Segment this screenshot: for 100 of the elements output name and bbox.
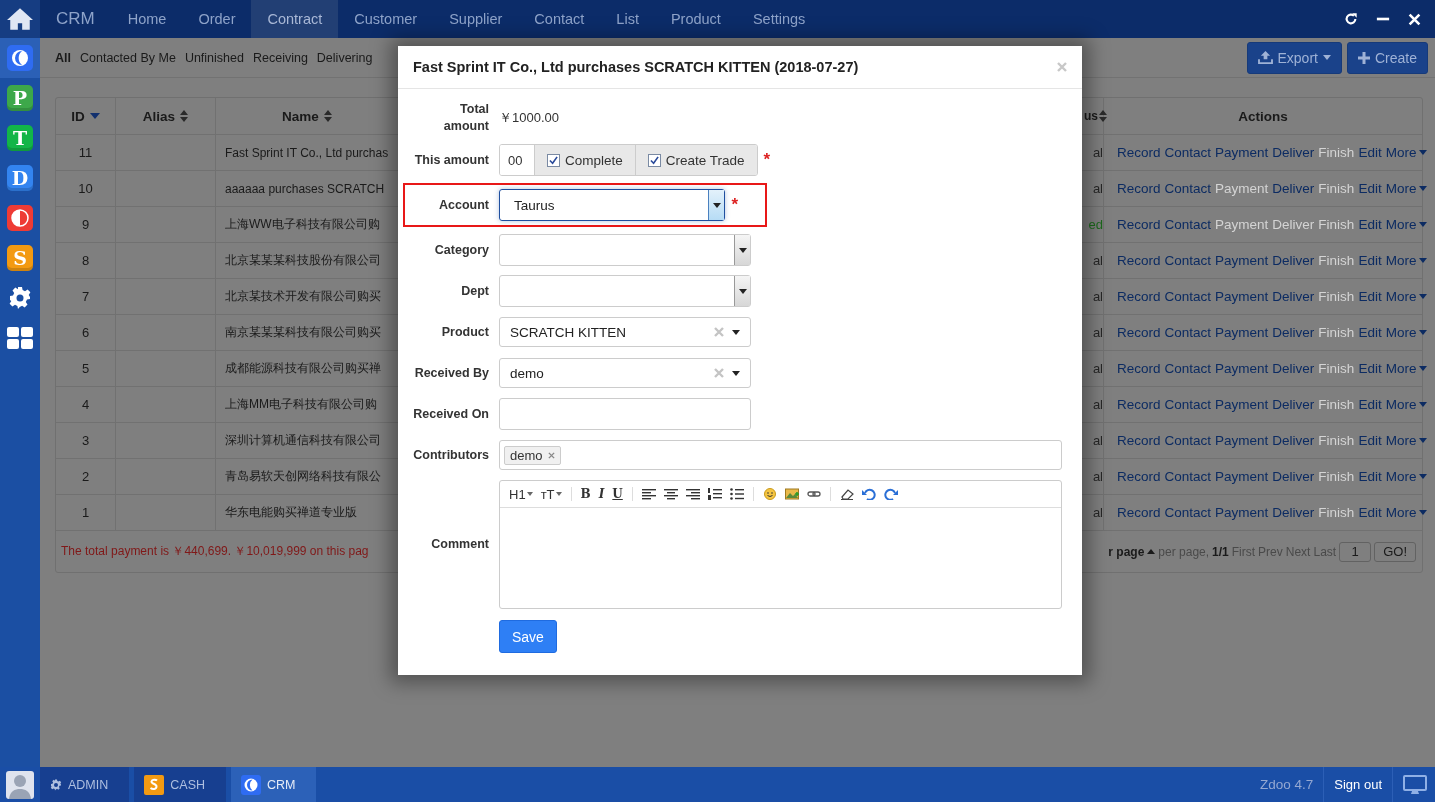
action-link[interactable]: Contact — [1164, 433, 1212, 448]
action-link[interactable]: Deliver — [1272, 181, 1315, 196]
action-link[interactable]: Contact — [1164, 289, 1212, 304]
app-logo[interactable]: T — [7, 125, 33, 151]
action-link[interactable]: Deliver — [1272, 325, 1315, 340]
smiley-icon[interactable] — [762, 488, 777, 500]
action-link[interactable]: Contact — [1164, 181, 1212, 196]
action-link[interactable]: Record — [1117, 325, 1161, 340]
sign-out-link[interactable]: Sign out — [1323, 767, 1393, 802]
action-link[interactable]: Record — [1117, 145, 1161, 160]
select-field[interactable]: demo — [499, 358, 751, 388]
create-button[interactable]: Create — [1346, 41, 1428, 74]
taskbar-app[interactable]: ADMIN — [40, 767, 130, 802]
action-link[interactable]: Deliver — [1272, 289, 1315, 304]
action-link[interactable]: Record — [1117, 217, 1161, 232]
toolbar-button[interactable]: B — [577, 487, 594, 501]
toolbar-button[interactable]: U — [609, 487, 626, 501]
action-link[interactable]: Edit — [1358, 361, 1382, 376]
action-link[interactable]: Record — [1117, 289, 1161, 304]
action-link[interactable]: Payment — [1215, 397, 1269, 412]
export-button[interactable]: Export — [1246, 41, 1342, 74]
action-link[interactable]: More — [1385, 253, 1428, 268]
nav-tab[interactable]: Contract — [251, 0, 339, 38]
action-link[interactable]: Deliver — [1272, 253, 1315, 268]
action-link[interactable]: Deliver — [1272, 397, 1315, 412]
action-link[interactable]: More — [1385, 181, 1428, 196]
numbered-list-icon[interactable] — [707, 488, 722, 500]
action-link[interactable]: Edit — [1358, 145, 1382, 160]
nav-tab[interactable]: List — [600, 0, 655, 38]
action-link[interactable]: Deliver — [1272, 145, 1315, 160]
action-link[interactable]: Payment — [1215, 325, 1269, 340]
action-link[interactable]: Record — [1117, 469, 1161, 484]
action-link[interactable]: Edit — [1358, 433, 1382, 448]
taskbar-app[interactable]: CRM — [231, 767, 317, 802]
app-logo[interactable] — [7, 205, 33, 231]
avatar-icon[interactable] — [6, 770, 34, 799]
date-input[interactable] — [499, 398, 751, 430]
action-link[interactable]: Contact — [1164, 361, 1212, 376]
nav-tab[interactable]: Settings — [736, 0, 822, 38]
checkbox[interactable] — [547, 153, 560, 167]
action-link[interactable]: Contact — [1164, 217, 1212, 232]
action-link[interactable]: Contact — [1164, 253, 1212, 268]
action-link[interactable]: Record — [1117, 505, 1161, 520]
action-link[interactable]: Record — [1117, 433, 1161, 448]
action-link[interactable]: Record — [1117, 253, 1161, 268]
toolbar-button[interactable]: I — [595, 487, 608, 501]
action-link[interactable]: Edit — [1358, 253, 1382, 268]
action-link[interactable]: Edit — [1358, 397, 1382, 412]
select-field[interactable]: SCRATCH KITTEN — [499, 317, 751, 347]
redo-icon[interactable] — [883, 488, 898, 500]
action-link[interactable]: Payment — [1215, 289, 1269, 304]
action-link[interactable]: More — [1385, 433, 1428, 448]
select-field[interactable]: Taurus — [499, 189, 726, 221]
action-link[interactable]: Contact — [1164, 397, 1212, 412]
action-link[interactable]: Payment — [1215, 433, 1269, 448]
nav-tab[interactable]: Customer — [338, 0, 434, 38]
action-link[interactable]: Record — [1117, 397, 1161, 412]
grid-icon[interactable] — [7, 327, 33, 349]
align-left-icon[interactable] — [641, 488, 656, 500]
rich-text-editor[interactable]: H1 ᴛT B I U — [499, 480, 1062, 609]
link-icon[interactable] — [806, 488, 821, 500]
monitor-icon[interactable] — [1403, 774, 1427, 795]
action-link[interactable]: More — [1385, 361, 1428, 376]
app-logo[interactable]: P — [7, 85, 33, 111]
action-link[interactable]: Edit — [1358, 469, 1382, 484]
action-link[interactable]: Deliver — [1272, 433, 1315, 448]
amount-input[interactable]: 00 — [500, 145, 535, 175]
filter-tab[interactable]: Delivering — [316, 50, 373, 65]
action-link[interactable]: Deliver — [1272, 505, 1315, 520]
nav-tab[interactable]: Home — [111, 0, 183, 38]
nav-tab[interactable]: Supplier — [433, 0, 519, 38]
action-link[interactable]: More — [1385, 145, 1428, 160]
eraser-icon[interactable] — [839, 488, 854, 500]
filter-tab[interactable]: All — [55, 50, 71, 65]
filter-tab[interactable]: Receiving — [252, 50, 308, 65]
app-logo[interactable] — [7, 45, 33, 71]
nav-tab[interactable]: Contact — [518, 0, 601, 38]
action-link[interactable]: Contact — [1164, 145, 1212, 160]
action-link[interactable]: Payment — [1215, 505, 1269, 520]
action-link[interactable]: Payment — [1215, 469, 1269, 484]
filter-tab[interactable]: Unfinished — [184, 50, 244, 65]
undo-icon[interactable] — [861, 488, 876, 500]
bullet-list-icon[interactable] — [729, 488, 744, 500]
action-link[interactable]: More — [1385, 289, 1428, 304]
action-link[interactable]: Edit — [1358, 217, 1382, 232]
action-link[interactable]: Contact — [1164, 469, 1212, 484]
action-link[interactable]: Edit — [1358, 505, 1382, 520]
action-link[interactable]: Edit — [1358, 181, 1382, 196]
select-field[interactable] — [499, 234, 751, 266]
action-link[interactable]: Deliver — [1272, 469, 1315, 484]
home-icon[interactable] — [7, 7, 33, 31]
per-page-link[interactable]: r page — [1108, 544, 1156, 559]
action-link[interactable]: Record — [1117, 361, 1161, 376]
action-link[interactable]: More — [1385, 325, 1428, 340]
action-link[interactable]: Edit — [1358, 325, 1382, 340]
toolbar-button[interactable]: H1 — [506, 486, 536, 502]
image-icon[interactable] — [784, 488, 799, 500]
app-logo[interactable]: D — [7, 165, 33, 191]
action-link[interactable]: Payment — [1215, 361, 1269, 376]
select-field[interactable] — [499, 275, 751, 307]
